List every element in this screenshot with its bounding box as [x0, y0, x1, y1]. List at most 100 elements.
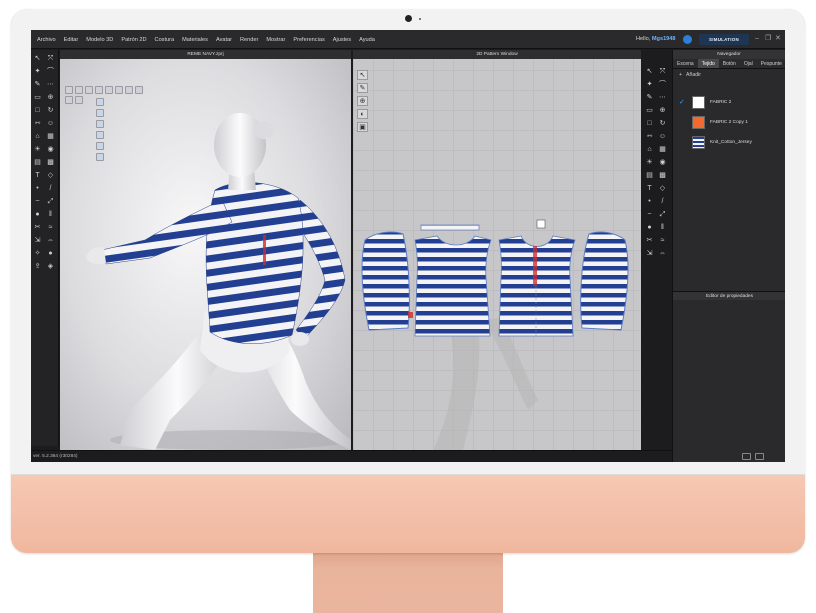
- cloud-icon[interactable]: [683, 35, 692, 44]
- button-icon[interactable]: T: [644, 184, 655, 194]
- pattern-notch-marker[interactable]: [408, 312, 413, 318]
- layer-icon[interactable]: ▤: [32, 158, 43, 168]
- pattern-icon[interactable]: ◇: [45, 171, 56, 181]
- fabric-item[interactable]: FABRIC 2 Copy 1: [673, 112, 785, 132]
- select-icon[interactable]: ↖: [357, 70, 368, 80]
- scale-icon[interactable]: ⤢: [45, 197, 56, 207]
- rotate-icon[interactable]: ↻: [45, 106, 56, 116]
- menu-item-2[interactable]: Modelo 3D: [86, 37, 113, 43]
- sewing-check-icon[interactable]: ⇲: [644, 249, 655, 259]
- symmetry-icon[interactable]: ⌂: [644, 145, 655, 155]
- render-icon[interactable]: ◈: [45, 262, 56, 272]
- layout-icon[interactable]: [742, 453, 751, 460]
- brush-icon[interactable]: ✎: [32, 80, 43, 90]
- box-icon[interactable]: □: [32, 106, 43, 116]
- texture-icon[interactable]: ▩: [45, 158, 56, 168]
- fold-icon[interactable]: ⌒: [45, 67, 56, 77]
- topstitch-icon[interactable]: ▤: [644, 171, 655, 181]
- pattern-sleeve-right[interactable]: [580, 231, 629, 331]
- notch-icon[interactable]: ⊕: [657, 106, 668, 116]
- trace-icon[interactable]: ☺: [657, 132, 668, 142]
- elastic-icon[interactable]: ~: [644, 210, 655, 220]
- simulation-button[interactable]: SIMULATION: [699, 34, 749, 45]
- menu-item-11[interactable]: Ayuda: [359, 37, 375, 43]
- menu-item-3[interactable]: Patrón 2D: [121, 37, 146, 43]
- puckering-icon[interactable]: ≈: [45, 223, 56, 233]
- pattern-label-tag[interactable]: [536, 219, 546, 229]
- puckering-icon[interactable]: ▩: [657, 171, 668, 181]
- pose-icon[interactable]: ✧: [32, 249, 43, 259]
- tab-2[interactable]: Botón: [719, 59, 740, 68]
- grid-icon[interactable]: ▦: [45, 132, 56, 142]
- ruler-icon[interactable]: ‖: [657, 223, 668, 233]
- button-icon[interactable]: ●: [32, 210, 43, 220]
- menu-item-0[interactable]: Archivo: [37, 37, 56, 43]
- fold-icon[interactable]: ⤢: [657, 210, 668, 220]
- camera-icon[interactable]: ◉: [45, 145, 56, 155]
- shrink-icon[interactable]: ⇲: [32, 236, 43, 246]
- annotation-icon[interactable]: ≈: [657, 236, 668, 246]
- layout-icon[interactable]: ⇔: [657, 249, 668, 259]
- avatar-icon[interactable]: ☺: [45, 119, 56, 129]
- seam-icon[interactable]: ⋯: [45, 80, 56, 90]
- menu-item-9[interactable]: Preferencias: [293, 37, 324, 43]
- fit-icon[interactable]: ⇔: [45, 236, 56, 246]
- line-icon[interactable]: /: [45, 184, 56, 194]
- pattern-window-2d[interactable]: 2D Pattern Window: [353, 50, 641, 450]
- free-sew-icon[interactable]: ⇿: [644, 132, 655, 142]
- transform-icon[interactable]: ⤧: [45, 54, 56, 64]
- tab-3[interactable]: Ojal: [740, 59, 757, 68]
- menu-item-4[interactable]: Costura: [155, 37, 175, 43]
- username[interactable]: Mgs1948: [652, 36, 676, 42]
- add-fabric-button[interactable]: + Añadir: [673, 69, 785, 81]
- pattern-back-panel[interactable]: [414, 235, 492, 337]
- menu-item-6[interactable]: Avatar: [216, 37, 232, 43]
- pattern-sleeve-left[interactable]: [361, 231, 410, 331]
- edit-point-icon[interactable]: ⤧: [657, 67, 668, 77]
- circle-icon[interactable]: ✎: [644, 93, 655, 103]
- pattern-collar[interactable]: [420, 224, 480, 231]
- zipper-icon[interactable]: ‖: [45, 210, 56, 220]
- internal-line-icon[interactable]: ▭: [644, 106, 655, 116]
- menu-item-10[interactable]: Ajustes: [333, 37, 351, 43]
- seam-line-icon[interactable]: □: [644, 119, 655, 129]
- maximize-icon[interactable]: ❐: [765, 35, 771, 43]
- zoom-icon[interactable]: ⊕: [357, 96, 368, 106]
- layer-icon[interactable]: ▣: [357, 122, 368, 132]
- piping-icon[interactable]: /: [657, 197, 668, 207]
- palette-icon[interactable]: ◐: [357, 109, 368, 119]
- trim-icon[interactable]: ✂: [32, 223, 43, 233]
- menu-item-7[interactable]: Render: [240, 37, 258, 43]
- tab-4[interactable]: Pespunte: [757, 59, 785, 68]
- edit-icon[interactable]: ✎: [357, 83, 368, 93]
- segment-sew-icon[interactable]: ↻: [657, 119, 668, 129]
- close-icon[interactable]: ✕: [775, 35, 781, 43]
- zoom-icon[interactable]: ⊕: [45, 93, 56, 103]
- texture-edit-icon[interactable]: ☀: [644, 158, 655, 168]
- tab-1[interactable]: Tejido: [697, 59, 719, 68]
- select-icon[interactable]: ↖: [644, 67, 655, 77]
- fabric-item[interactable]: ✓ FABRIC 2: [673, 92, 785, 112]
- tape-icon[interactable]: ▭: [32, 93, 43, 103]
- grade-icon[interactable]: ✂: [644, 236, 655, 246]
- rectangle-icon[interactable]: ⌒: [657, 80, 668, 90]
- viewport-3d[interactable]: REME NAVY.zprj: [60, 50, 351, 450]
- point-icon[interactable]: •: [32, 184, 43, 194]
- graphic-icon[interactable]: ◉: [657, 158, 668, 168]
- polygon-icon[interactable]: ✦: [644, 80, 655, 90]
- record-icon[interactable]: ●: [45, 249, 56, 259]
- cursor-icon[interactable]: ↖: [32, 54, 43, 64]
- menu-item-8[interactable]: Mostrar: [266, 37, 285, 43]
- text-icon[interactable]: ●: [644, 223, 655, 233]
- menu-item-5[interactable]: Materiales: [182, 37, 208, 43]
- export-icon[interactable]: ⇪: [32, 262, 43, 272]
- hanger-icon[interactable]: ⌂: [32, 132, 43, 142]
- curve-icon[interactable]: ~: [32, 197, 43, 207]
- shirt-icon[interactable]: T: [32, 171, 43, 181]
- minimize-icon[interactable]: –: [755, 35, 759, 43]
- buttonhole-icon[interactable]: ◇: [657, 184, 668, 194]
- zipper-icon[interactable]: •: [644, 197, 655, 207]
- measure-icon[interactable]: ⇿: [32, 119, 43, 129]
- dart-icon[interactable]: ⋯: [657, 93, 668, 103]
- menu-item-1[interactable]: Editar: [64, 37, 79, 43]
